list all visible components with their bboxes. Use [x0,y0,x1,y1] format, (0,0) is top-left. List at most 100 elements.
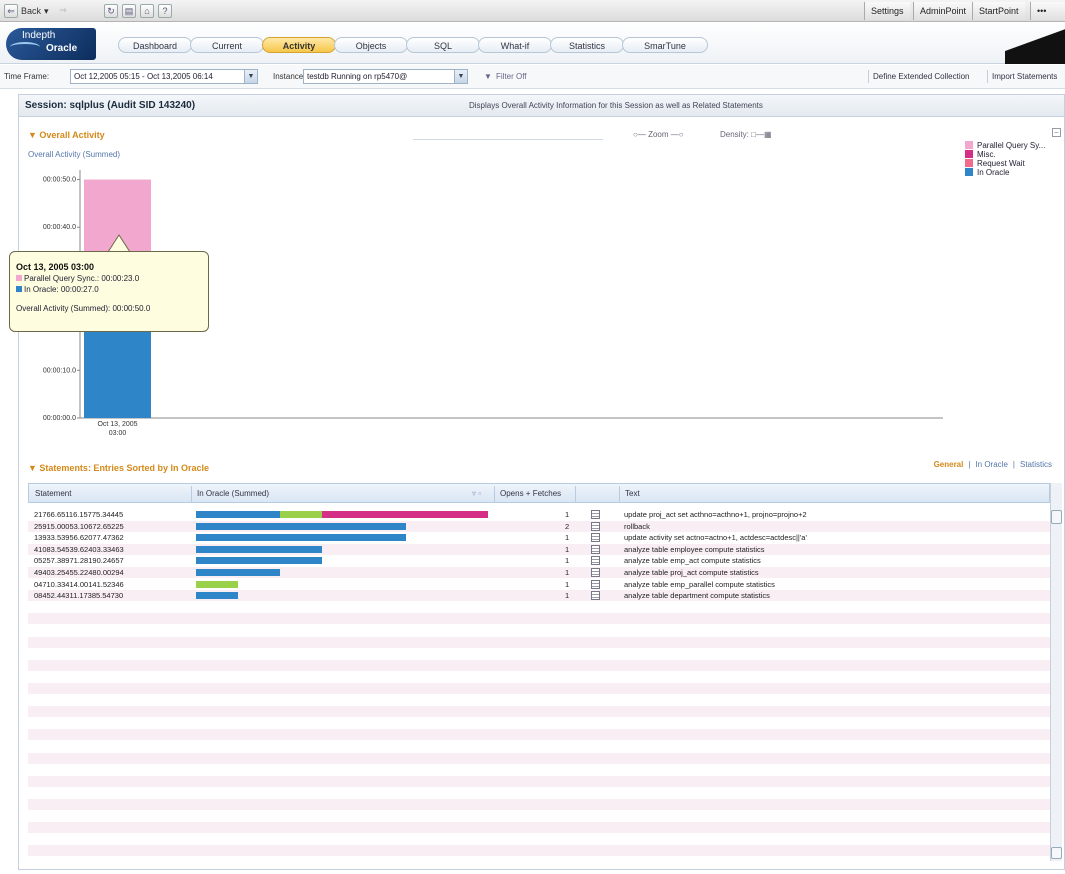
column-divider [575,486,576,502]
opens-fetches-value: 1 [565,544,570,554]
empty-table-row [28,659,1050,671]
table-row[interactable]: 05257.38971.28190.24657 1 analyze table em… [28,555,1050,566]
define-extended-collection-button[interactable]: Define Extended Collection [868,70,974,83]
column-filter-icon[interactable]: ▿ ▫ [472,489,481,498]
table-row[interactable]: 41083.54539.62403.33463 1 analyze table em… [28,543,1050,555]
chevron-down-icon[interactable]: ▼ [454,70,467,83]
table-row[interactable]: 49403.25455.22480.00294 1 analyze table pr… [28,567,1050,578]
density-control[interactable]: Density: □—▦ [720,130,772,139]
legend-label: Request Wait [977,159,1025,168]
opens-fetches-value: 1 [565,591,570,601]
statement-text: analyze table proj_act compute statistic… [624,568,759,577]
column-divider [191,486,192,502]
table-row[interactable]: 13933.53956.62077.47362 1 update activity … [28,532,1050,543]
tab-dashboard[interactable]: Dashboard [118,37,192,53]
more-icon[interactable]: ••• [1030,2,1065,20]
print-icon[interactable]: ▤ [122,4,136,18]
back-dropdown-icon[interactable]: ▾ [44,4,49,18]
legend-swatch-icon [965,150,973,158]
column-header-text[interactable]: Text [625,489,640,498]
forward-arrow-icon[interactable]: ⇒ [56,4,70,18]
empty-table-row [28,729,1050,741]
statement-details-icon[interactable] [591,556,600,566]
logo-text-top: Indepth [22,30,56,41]
back-arrow-icon[interactable]: ⇐ [4,4,18,18]
time-range-slider[interactable] [413,130,603,140]
empty-table-row [28,811,1050,822]
startpoint-link[interactable]: StartPoint [972,2,1025,20]
zoom-control[interactable]: ○— Zoom —○ [633,130,684,139]
table-row[interactable]: 04710.33414.00141.52346 1 analyze table em… [28,579,1050,590]
zoom-minus-icon[interactable]: ○— [633,130,648,139]
table-row[interactable]: 08452.44311.17385.54730 1 analyze table de… [28,590,1050,602]
tab-in-oracle[interactable]: In Oracle [970,460,1012,469]
tab-general[interactable]: General [929,460,969,469]
empty-table-row [28,718,1050,729]
column-header-statement[interactable]: Statement [35,489,71,498]
home-icon[interactable]: ⌂ [140,4,154,18]
tooltip-title: Oct 13, 2005 03:00 [16,262,95,272]
instance-value: testdb Running on rp5470@ [307,72,408,81]
chart-tooltip: Oct 13, 2005 03:00 Parallel Query Sync.:… [9,251,209,332]
density-slider-icon[interactable]: □—▦ [751,130,771,139]
statement-text: rollback [624,521,650,531]
zoom-plus-icon[interactable]: —○ [669,130,684,139]
tab-activity[interactable]: Activity [262,37,336,53]
statement-details-icon[interactable] [591,568,600,577]
table-row[interactable]: 25915.00053.10672.65225 2 rollback [28,520,1050,532]
empty-table-row [28,625,1050,636]
session-description: Displays Overall Activity Information fo… [469,101,763,110]
overall-activity-title-text: Overall Activity [39,130,105,140]
table-scrollbar[interactable] [1050,483,1062,861]
help-icon[interactable]: ? [158,4,172,18]
statement-text: analyze table emp_parallel compute stati… [624,579,775,589]
scroll-up-button[interactable] [1051,510,1062,524]
import-statements-button[interactable]: Import Statements [987,70,1061,83]
empty-table-row [28,602,1050,613]
tab-statistics[interactable]: Statistics [550,37,624,53]
in-oracle-bar-segment [196,557,322,565]
scroll-down-button[interactable] [1051,847,1062,859]
density-label: Density: [720,130,749,139]
filter-icon[interactable]: ▼ [484,72,492,81]
statement-details-icon[interactable] [591,579,600,589]
statement-details-icon[interactable] [591,544,600,554]
collapse-arrow-icon[interactable]: ▼ [28,463,39,473]
statement-id: 25915.00053.10672.65225 [34,521,124,531]
header-corner-decoration [1005,22,1065,64]
collapse-legend-icon[interactable]: – [1052,128,1061,137]
overall-activity-title[interactable]: ▼ Overall Activity [28,130,105,140]
statement-details-icon[interactable] [591,521,600,531]
timeframe-select[interactable]: Oct 12,2005 05:15 - Oct 13,2005 06:14 ▼ [70,69,258,84]
tab-sql[interactable]: SQL [406,37,480,53]
tab-smartune[interactable]: SmarTune [622,37,708,53]
tab-current[interactable]: Current [190,37,264,53]
instance-select[interactable]: testdb Running on rp5470@ ▼ [303,69,468,84]
adminpoint-link[interactable]: AdminPoint [913,2,973,20]
empty-table-row [28,706,1050,718]
back-button[interactable]: Back [21,4,41,18]
statement-text: update activity set actno=actno+1, actde… [624,533,807,543]
column-header-opens-fetches[interactable]: Opens + Fetches [500,489,561,498]
tab-statistics-view[interactable]: Statistics [1015,460,1057,469]
filter-bar: Time Frame: Oct 12,2005 05:15 - Oct 13,2… [0,65,1065,89]
in-oracle-bar-segment [196,592,238,600]
chevron-down-icon[interactable]: ▼ [244,70,257,83]
collapse-arrow-icon[interactable]: ▼ [28,130,39,140]
refresh-icon[interactable]: ↻ [104,4,118,18]
tab-objects[interactable]: Objects [334,37,408,53]
legend-label: Misc. [977,150,996,159]
tab-what-if[interactable]: What-if [478,37,552,53]
empty-table-row [28,695,1050,706]
table-row[interactable]: 21766.65116.15775.34445 1 update proj_act … [28,509,1050,520]
empty-table-row [28,764,1050,775]
filter-toggle[interactable]: Filter Off [496,72,527,81]
statements-title[interactable]: ▼ Statements: Entries Sorted by In Oracl… [28,463,209,473]
statement-details-icon[interactable] [591,591,600,601]
app-header: Indepth Oracle Dashboard Current Activit… [0,22,1065,64]
statement-id: 41083.54539.62403.33463 [34,544,124,554]
statement-details-icon[interactable] [591,533,600,543]
column-header-in-oracle[interactable]: In Oracle (Summed) [197,489,269,498]
settings-link[interactable]: Settings [864,2,910,20]
statement-details-icon[interactable] [591,510,600,519]
